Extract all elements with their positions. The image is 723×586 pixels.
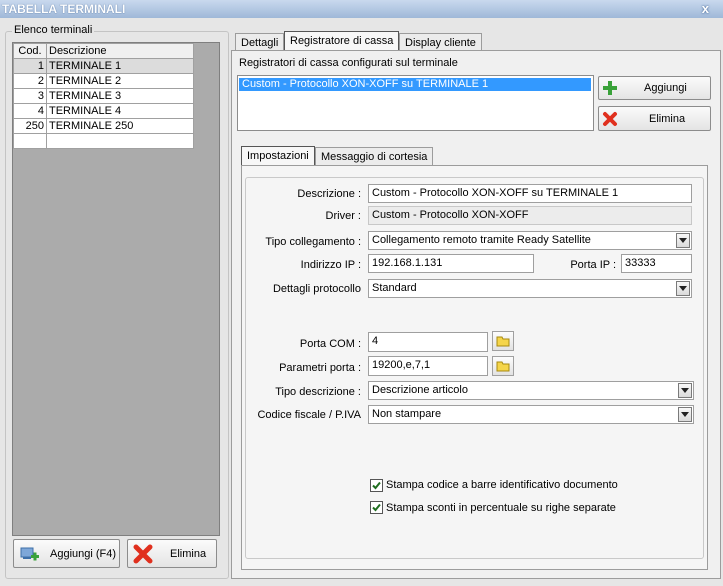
table-row[interactable]: 250 TERMINALE 250 <box>13 118 194 134</box>
cell-cod: 4 <box>13 103 47 119</box>
folder-icon <box>496 361 510 372</box>
table-row[interactable]: 4 TERMINALE 4 <box>13 103 194 119</box>
tipo-descrizione-value: Descrizione articolo <box>372 384 468 396</box>
porta-ip-field[interactable]: 33333 <box>621 254 692 273</box>
add-terminal-icon <box>20 547 39 561</box>
codice-fiscale-label: Codice fiscale / P.IVA <box>257 409 361 421</box>
cell-descrizione: TERMINALE 4 <box>46 103 194 119</box>
cell-descrizione: TERMINALE 3 <box>46 88 194 104</box>
delete-terminal-button[interactable]: Elimina <box>127 539 217 568</box>
cell-cod: 1 <box>13 58 47 74</box>
porta-com-field[interactable]: 4 <box>368 332 488 352</box>
table-row[interactable]: 3 TERMINALE 3 <box>13 88 194 104</box>
add-terminal-label: Aggiungi (F4) <box>50 547 117 560</box>
cell-cod: 250 <box>13 118 47 134</box>
cell-cod: 2 <box>13 73 47 89</box>
indirizzo-ip-field[interactable]: 192.168.1.131 <box>368 254 534 273</box>
add-register-button[interactable]: Aggiungi <box>598 76 711 100</box>
tipo-collegamento-select[interactable]: Collegamento remoto tramite Ready Satell… <box>368 231 692 250</box>
codice-fiscale-select[interactable]: Non stampare <box>368 405 694 424</box>
stampa-sconti-label[interactable]: Stampa sconti in percentuale su righe se… <box>386 502 616 514</box>
chevron-down-icon[interactable] <box>678 407 692 422</box>
parametri-porta-label: Parametri porta : <box>279 362 361 374</box>
parametri-porta-browse-button[interactable] <box>492 356 514 376</box>
chevron-down-icon[interactable] <box>676 233 690 248</box>
stampa-sconti-checkbox[interactable] <box>370 501 383 514</box>
tipo-collegamento-label: Tipo collegamento : <box>265 236 361 248</box>
chevron-down-icon[interactable] <box>678 383 692 398</box>
table-row[interactable]: 1 TERMINALE 1 <box>13 58 194 74</box>
close-icon[interactable]: x <box>702 1 709 16</box>
driver-label: Driver : <box>325 210 361 222</box>
chevron-down-icon[interactable] <box>676 281 690 296</box>
cell-cod <box>13 133 47 149</box>
stampa-codice-barre-label[interactable]: Stampa codice a barre identificativo doc… <box>386 479 618 491</box>
folder-icon <box>496 336 510 347</box>
add-terminal-button[interactable]: Aggiungi (F4) <box>13 539 120 568</box>
cell-cod: 3 <box>13 88 47 104</box>
terminal-table: Cod. Descrizione 1 TERMINALE 1 2 TERMINA… <box>13 43 194 149</box>
add-register-label: Aggiungi <box>644 82 687 94</box>
terminal-table-header: Cod. Descrizione <box>13 43 194 59</box>
plus-icon <box>603 81 617 95</box>
delete-terminal-icon <box>133 544 153 564</box>
dettagli-protocollo-label: Dettagli protocollo <box>272 283 361 295</box>
table-row[interactable]: 2 TERMINALE 2 <box>13 73 194 89</box>
cell-descrizione: TERMINALE 250 <box>46 118 194 134</box>
window-title: TABELLA TERMINALI <box>2 2 126 16</box>
tipo-collegamento-value: Collegamento remoto tramite Ready Satell… <box>372 234 591 246</box>
porta-com-label: Porta COM : <box>299 338 361 350</box>
descrizione-label: Descrizione : <box>297 188 361 200</box>
list-item[interactable]: Custom - Protocollo XON-XOFF su TERMINAL… <box>239 78 591 91</box>
delete-register-button[interactable]: Elimina <box>598 106 711 131</box>
porta-ip-label: Porta IP : <box>570 259 616 271</box>
delete-icon <box>603 112 617 126</box>
tab-display-cliente[interactable]: Display cliente <box>399 33 482 51</box>
terminal-grid[interactable]: Cod. Descrizione 1 TERMINALE 1 2 TERMINA… <box>12 42 220 536</box>
cell-descrizione: TERMINALE 2 <box>46 73 194 89</box>
register-section-label: Registratori di cassa configurati sul te… <box>239 57 458 69</box>
dettagli-protocollo-value: Standard <box>372 282 417 294</box>
tipo-descrizione-select[interactable]: Descrizione articolo <box>368 381 694 400</box>
indirizzo-ip-label: Indirizzo IP : <box>300 259 361 271</box>
checkmark-icon <box>372 481 381 490</box>
terminal-list-group-title: Elenco terminali <box>12 24 95 36</box>
tab-dettagli[interactable]: Dettagli <box>235 33 285 51</box>
delete-register-label: Elimina <box>649 112 686 125</box>
stampa-codice-barre-checkbox[interactable] <box>370 479 383 492</box>
driver-field: Custom - Protocollo XON-XOFF <box>368 206 692 225</box>
parametri-porta-field[interactable]: 19200,e,7,1 <box>368 356 488 376</box>
cell-descrizione: TERMINALE 1 <box>46 58 194 74</box>
cell-descrizione <box>46 133 194 149</box>
codice-fiscale-value: Non stampare <box>372 408 442 420</box>
dettagli-protocollo-select[interactable]: Standard <box>368 279 692 298</box>
descrizione-field[interactable]: Custom - Protocollo XON-XOFF su TERMINAL… <box>368 184 692 203</box>
delete-terminal-label: Elimina <box>170 547 207 560</box>
tab-registratore-di-cassa[interactable]: Registratore di cassa <box>284 31 400 51</box>
column-header-cod[interactable]: Cod. <box>13 43 47 59</box>
porta-com-browse-button[interactable] <box>492 331 514 351</box>
checkmark-icon <box>372 503 381 512</box>
register-list[interactable]: Custom - Protocollo XON-XOFF su TERMINAL… <box>237 75 594 131</box>
tipo-descrizione-label: Tipo descrizione : <box>275 386 361 398</box>
column-header-descrizione[interactable]: Descrizione <box>46 43 194 59</box>
table-row-empty[interactable] <box>13 133 194 149</box>
tab-messaggio-di-cortesia[interactable]: Messaggio di cortesia <box>315 147 434 165</box>
tab-impostazioni[interactable]: Impostazioni <box>241 146 315 166</box>
